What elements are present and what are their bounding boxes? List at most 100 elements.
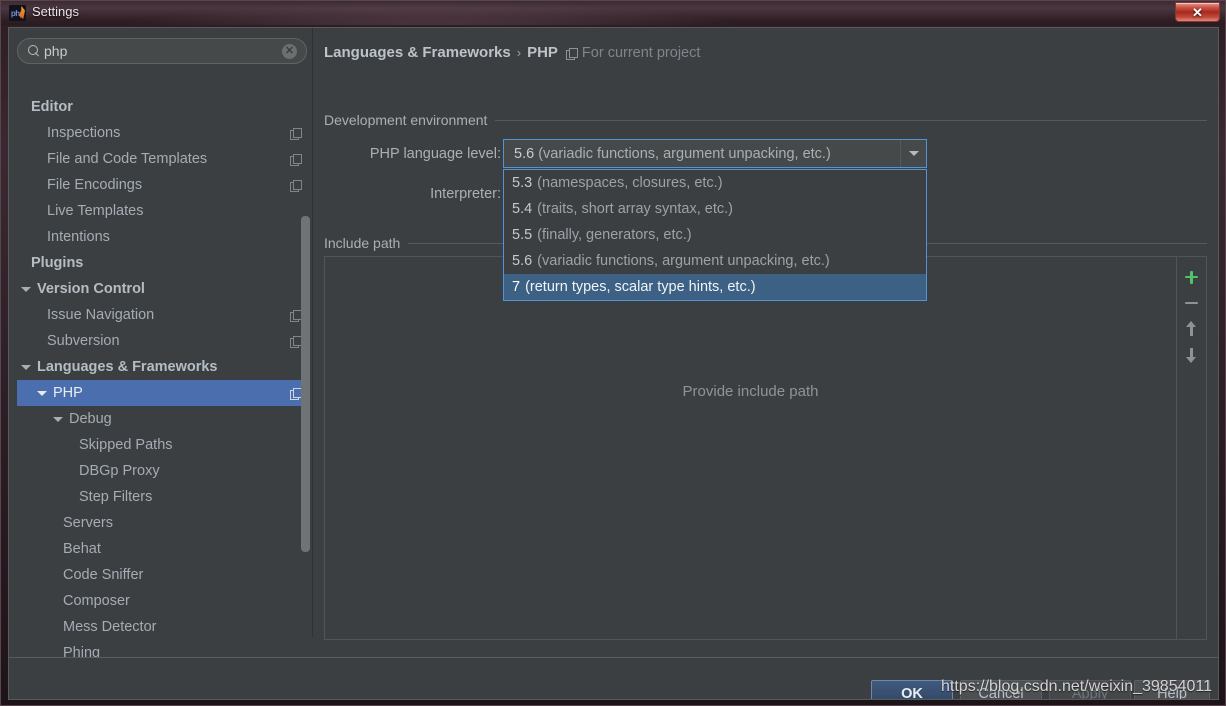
chevron-down-icon[interactable] [53, 416, 63, 422]
chevron-down-icon[interactable] [21, 364, 31, 370]
search-input[interactable] [44, 43, 282, 59]
sidebar-item-languages-frameworks[interactable]: Languages & Frameworks [17, 354, 307, 380]
sidebar-item-inspections[interactable]: Inspections [17, 120, 307, 146]
sidebar-item-label: Live Templates [47, 203, 144, 219]
group-separator-line [495, 119, 1207, 121]
settings-sidebar: ✕ Editor Inspections File and Code Templat… [9, 28, 312, 661]
close-button[interactable]: ✕ [1175, 2, 1220, 22]
sidebar-item-behat[interactable]: Behat [17, 536, 307, 562]
php-language-level-combobox[interactable]: 5.6 (variadic functions, argument unpack… [503, 139, 927, 168]
sidebar-item-dbgp-proxy[interactable]: DBGp Proxy [17, 458, 307, 484]
dropdown-option-desc: (finally, generators, etc.) [537, 227, 692, 243]
sidebar-item-label: Subversion [47, 333, 120, 349]
phpstorm-app-icon: php [9, 5, 26, 21]
development-environment-group: Development environment [324, 112, 1207, 128]
sidebar-item-label: Step Filters [79, 489, 153, 505]
php-language-level-number: 5.6 [514, 145, 535, 162]
sidebar-item-label: PHP [53, 385, 83, 401]
move-up-button[interactable] [1180, 316, 1204, 342]
php-language-level-label: PHP language level: [369, 146, 501, 162]
sidebar-item-code-sniffer[interactable]: Code Sniffer [17, 562, 307, 588]
sidebar-item-label: Issue Navigation [47, 307, 155, 323]
breadcrumb-parent[interactable]: Languages & Frameworks [324, 44, 511, 61]
development-environment-title: Development environment [324, 112, 488, 128]
dropdown-option-number: 5.5 [512, 227, 533, 243]
remove-include-path-button[interactable] [1180, 290, 1204, 316]
dropdown-option-5-3[interactable]: 5.3 (namespaces, closures, etc.) [504, 170, 926, 196]
include-path-toolbar [1176, 257, 1206, 639]
breadcrumb: Languages & Frameworks › PHP For current… [324, 44, 700, 61]
sidebar-item-label: DBGp Proxy [79, 463, 160, 479]
clear-search-icon[interactable]: ✕ [282, 43, 297, 59]
sidebar-item-mess-detector[interactable]: Mess Detector [17, 614, 307, 640]
interpreter-label: Interpreter: [430, 186, 501, 202]
include-path-title: Include path [324, 235, 401, 251]
dropdown-option-number: 5.6 [512, 253, 533, 269]
sidebar-item-label: Code Sniffer [63, 567, 144, 583]
sidebar-item-editor[interactable]: Editor [17, 94, 307, 120]
sidebar-item-servers[interactable]: Servers [17, 510, 307, 536]
sidebar-item-skipped-paths[interactable]: Skipped Paths [17, 432, 307, 458]
dropdown-option-desc: (return types, scalar type hints, etc.) [525, 279, 756, 295]
project-scope-icon [290, 179, 302, 192]
dropdown-option-7[interactable]: 7 (return types, scalar type hints, etc.) [504, 274, 926, 300]
sidebar-item-plugins[interactable]: Plugins [17, 250, 307, 276]
search-icon [28, 44, 41, 58]
sidebar-item-label: Editor [31, 99, 73, 115]
sidebar-item-intentions[interactable]: Intentions [17, 224, 307, 250]
php-language-level-desc: (variadic functions, argument unpacking,… [538, 145, 831, 162]
sidebar-item-php[interactable]: PHP [17, 380, 307, 406]
dropdown-option-5-4[interactable]: 5.4 (traits, short array syntax, etc.) [504, 196, 926, 222]
dropdown-option-number: 5.4 [512, 201, 533, 217]
sidebar-item-step-filters[interactable]: Step Filters [17, 484, 307, 510]
title-bar[interactable]: php Settings ✕ [1, 1, 1225, 25]
settings-dialog: ✕ Editor Inspections File and Code Templat… [8, 27, 1219, 700]
window-title: Settings [32, 4, 79, 19]
sidebar-item-file-encodings[interactable]: File Encodings [17, 172, 307, 198]
sidebar-item-debug[interactable]: Debug [17, 406, 307, 432]
watermark-url: https://blog.csdn.net/weixin_39854011 [941, 678, 1213, 695]
chevron-down-icon[interactable] [21, 286, 31, 292]
arrow-up-icon [1180, 316, 1204, 342]
dropdown-option-5-6[interactable]: 5.6 (variadic functions, argument unpacki… [504, 248, 926, 274]
dropdown-option-5-5[interactable]: 5.5 (finally, generators, etc.) [504, 222, 926, 248]
sidebar-item-label: Servers [63, 515, 113, 531]
sidebar-scrollbar-thumb[interactable] [301, 216, 310, 552]
project-scope-icon [290, 153, 302, 166]
sidebar-item-version-control[interactable]: Version Control [17, 276, 307, 302]
dropdown-option-desc: (variadic functions, argument unpacking,… [537, 253, 830, 269]
clear-glyph: ✕ [284, 44, 295, 57]
move-down-button[interactable] [1180, 342, 1204, 368]
dropdown-option-desc: (namespaces, closures, etc.) [537, 175, 723, 191]
php-language-level-dropdown[interactable]: 5.3 (namespaces, closures, etc.) 5.4 (trait… [503, 169, 927, 301]
sidebar-item-label: Behat [63, 541, 101, 557]
sidebar-item-composer[interactable]: Composer [17, 588, 307, 614]
project-scope-icon [290, 387, 302, 400]
sidebar-item-subversion[interactable]: Subversion [17, 328, 307, 354]
project-scope-icon [290, 127, 302, 140]
include-path-list[interactable]: Provide include path [324, 256, 1207, 640]
sidebar-item-label: Mess Detector [63, 619, 157, 635]
sidebar-item-label: Inspections [47, 125, 121, 141]
scope-label: For current project [581, 44, 701, 61]
search-box[interactable]: ✕ [17, 38, 307, 64]
project-scope-icon [290, 309, 302, 322]
sidebar-item-label: Languages & Frameworks [37, 359, 218, 375]
dropdown-option-number: 5.3 [512, 175, 533, 191]
project-scope-icon [290, 335, 302, 348]
breadcrumb-separator: › [516, 45, 522, 60]
breadcrumb-current: PHP [527, 44, 558, 61]
settings-tree[interactable]: Editor Inspections File and Code Templates… [17, 94, 307, 664]
chevron-down-icon[interactable] [900, 140, 926, 167]
chevron-down-icon[interactable] [37, 390, 47, 396]
add-include-path-button[interactable] [1180, 264, 1204, 290]
sidebar-item-file-and-code-templates[interactable]: File and Code Templates [17, 146, 307, 172]
sidebar-item-label: Composer [63, 593, 130, 609]
sidebar-item-label: Intentions [47, 229, 110, 245]
window-frame: php Settings ✕ ✕ Editor Inspections File a… [0, 0, 1226, 706]
sidebar-item-issue-navigation[interactable]: Issue Navigation [17, 302, 307, 328]
sidebar-item-live-templates[interactable]: Live Templates [17, 198, 307, 224]
dropdown-option-desc: (traits, short array syntax, etc.) [537, 201, 733, 217]
titlebar-glow [121, 1, 741, 25]
sidebar-item-label: Version Control [37, 281, 145, 297]
